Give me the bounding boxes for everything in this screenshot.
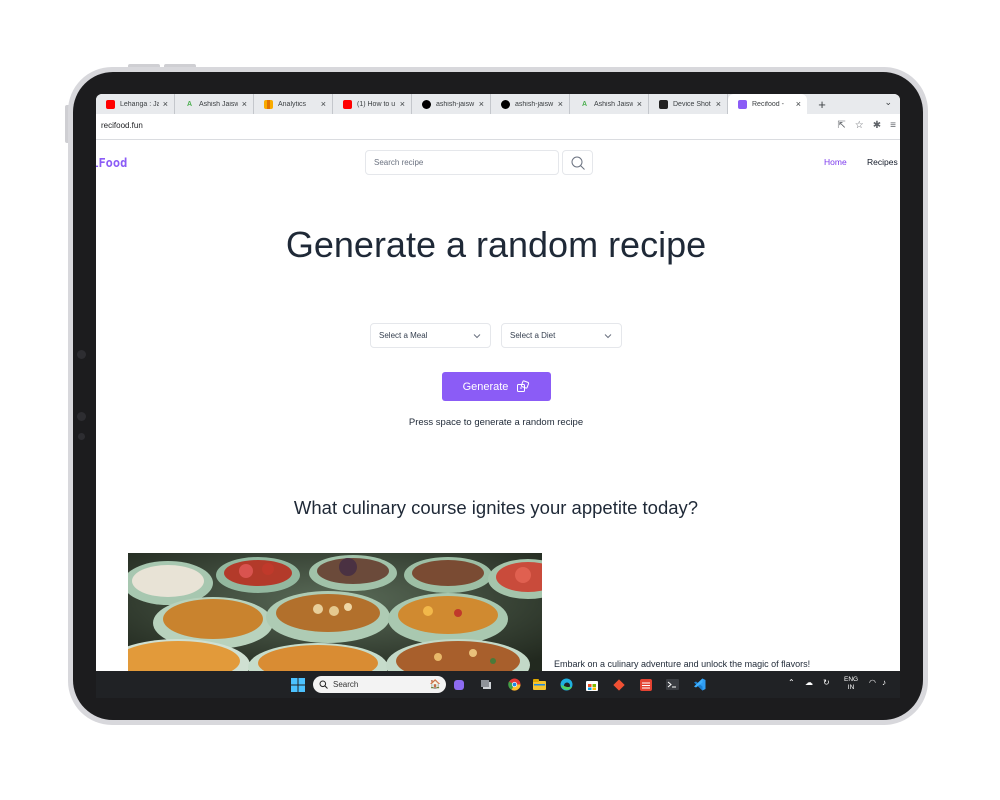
close-icon[interactable]: × <box>321 99 326 109</box>
youtube-icon <box>343 99 352 109</box>
search-icon <box>571 156 585 170</box>
edge-icon[interactable] <box>559 677 573 692</box>
ashish-a-icon: A <box>186 100 193 108</box>
search-highlight-icon: 🏠 <box>429 679 441 689</box>
task-view-icon[interactable] <box>480 677 494 692</box>
browser-tab[interactable]: (1) How to u × <box>333 94 412 114</box>
generate-button-label: Generate <box>462 380 509 393</box>
copilot-icon[interactable] <box>452 677 466 692</box>
meal-select-value: Select a Meal <box>379 331 428 340</box>
windows-start-icon[interactable] <box>290 677 306 692</box>
language-code: ENG <box>844 676 859 683</box>
generate-button[interactable]: Generate <box>442 372 551 401</box>
extensions-icon[interactable]: ✱ <box>873 120 881 131</box>
card-caption: Embark on a culinary adventure and unloc… <box>554 659 811 669</box>
todoist-icon[interactable] <box>639 677 653 692</box>
sensor-dot-icon <box>78 433 85 440</box>
language-indicator[interactable]: ENG IN <box>844 676 858 692</box>
browser-tab-title: (1) How to u <box>357 100 396 108</box>
git-icon[interactable] <box>612 677 626 692</box>
browser-tab-title: ashish-jaisw <box>436 100 475 108</box>
nav-home-link[interactable]: Home <box>824 157 847 167</box>
vercel-icon <box>422 99 431 109</box>
taskbar-search[interactable]: Search 🏠 <box>313 676 446 693</box>
browser-tab[interactable]: Recifood - × <box>728 94 807 114</box>
close-icon[interactable]: × <box>716 99 721 109</box>
chevron-down-icon <box>473 334 481 339</box>
tab-search-chevron-icon[interactable]: ⌄ <box>884 97 892 108</box>
sync-icon[interactable]: ↻ <box>823 678 830 687</box>
taskbar-search-label: Search <box>333 680 359 689</box>
browser-tab[interactable]: A Ashish Jaisw × <box>570 94 649 114</box>
ashish-a-icon: A <box>581 100 588 108</box>
region-code: IN <box>847 684 855 691</box>
share-icon[interactable]: ⇱ <box>837 120 845 131</box>
meal-select[interactable]: Select a Meal <box>370 323 491 348</box>
browser-tab-title: Device Shot <box>673 100 711 108</box>
browser-tab-title: Analytics <box>278 100 307 108</box>
browser-tab-title: Lehanga : Ja <box>120 100 159 108</box>
onedrive-icon[interactable]: ☁ <box>805 678 813 687</box>
tab-strip: Lehanga : Ja × A Ashish Jaisw × Analytics × (1)… <box>96 94 900 114</box>
analytics-icon <box>264 99 273 109</box>
vscode-icon[interactable] <box>692 677 706 692</box>
vercel-icon <box>501 99 510 109</box>
url-field[interactable]: recifood.fun <box>101 121 143 130</box>
store-icon[interactable] <box>585 677 599 692</box>
close-icon[interactable]: × <box>637 99 642 109</box>
terminal-icon[interactable] <box>665 677 679 692</box>
close-icon[interactable]: × <box>479 99 484 109</box>
browser-tab[interactable]: Device Shot × <box>649 94 728 114</box>
chevron-down-icon <box>604 334 612 339</box>
search-input[interactable] <box>365 150 559 175</box>
recifood-icon <box>738 99 747 109</box>
wifi-icon[interactable]: ◠ <box>869 678 876 687</box>
close-icon[interactable]: × <box>242 99 247 109</box>
volume-icon[interactable]: ♪ <box>882 678 886 687</box>
browser-tab-title: Ashish Jaisw <box>594 100 633 108</box>
browser-tab[interactable]: ashish-jaisw × <box>491 94 570 114</box>
dice-icon <box>517 379 530 392</box>
site-logo[interactable]: ciFood <box>96 156 127 170</box>
device-shot-icon <box>659 99 668 109</box>
browser-tab-title: Recifood - <box>752 100 784 108</box>
keyboard-hint: Press space to generate a random recipe <box>408 417 584 428</box>
close-icon[interactable]: × <box>400 99 405 109</box>
search-icon <box>319 680 328 689</box>
page-title: Generate a random recipe <box>285 224 707 265</box>
camera-icon <box>77 350 86 359</box>
section-title: What culinary course ignites your appeti… <box>293 497 699 518</box>
address-bar-actions: ⇱ ☆ ✱ ≡ <box>837 120 896 131</box>
sensor-icon <box>77 412 86 421</box>
address-bar: recifood.fun ⇱ ☆ ✱ ≡ <box>96 114 900 140</box>
browser-tab-title: Ashish Jaisw <box>199 100 238 108</box>
close-icon[interactable]: × <box>558 99 563 109</box>
browser-tab[interactable]: ashish-jaisw × <box>412 94 491 114</box>
diet-select-value: Select a Diet <box>510 331 556 340</box>
close-icon[interactable]: × <box>796 99 801 109</box>
close-icon[interactable]: × <box>163 99 168 109</box>
browser-tab[interactable]: Lehanga : Ja × <box>96 94 175 114</box>
search-button[interactable] <box>562 150 593 175</box>
food-image <box>128 553 542 671</box>
new-tab-button[interactable]: + <box>813 94 831 114</box>
browser-tab[interactable]: Analytics × <box>254 94 333 114</box>
diet-select[interactable]: Select a Diet <box>501 323 622 348</box>
tray-overflow-icon[interactable]: ⌃ <box>788 678 795 687</box>
bookmark-star-icon[interactable]: ☆ <box>855 120 864 131</box>
windows-taskbar: Search 🏠 ⌃ ☁ ↻ ENG IN ◠ ♪ <box>96 671 900 698</box>
chrome-icon[interactable] <box>507 677 521 692</box>
file-explorer-icon[interactable] <box>532 677 546 692</box>
browser-tab-title: ashish-jaisw <box>515 100 554 108</box>
youtube-icon <box>106 99 115 109</box>
nav-recipes-link[interactable]: Recipes <box>867 157 898 167</box>
browser-screen: Lehanga : Ja × A Ashish Jaisw × Analytics × (1)… <box>96 94 900 698</box>
reading-list-icon[interactable]: ≡ <box>890 120 896 131</box>
browser-tab[interactable]: A Ashish Jaisw × <box>175 94 254 114</box>
